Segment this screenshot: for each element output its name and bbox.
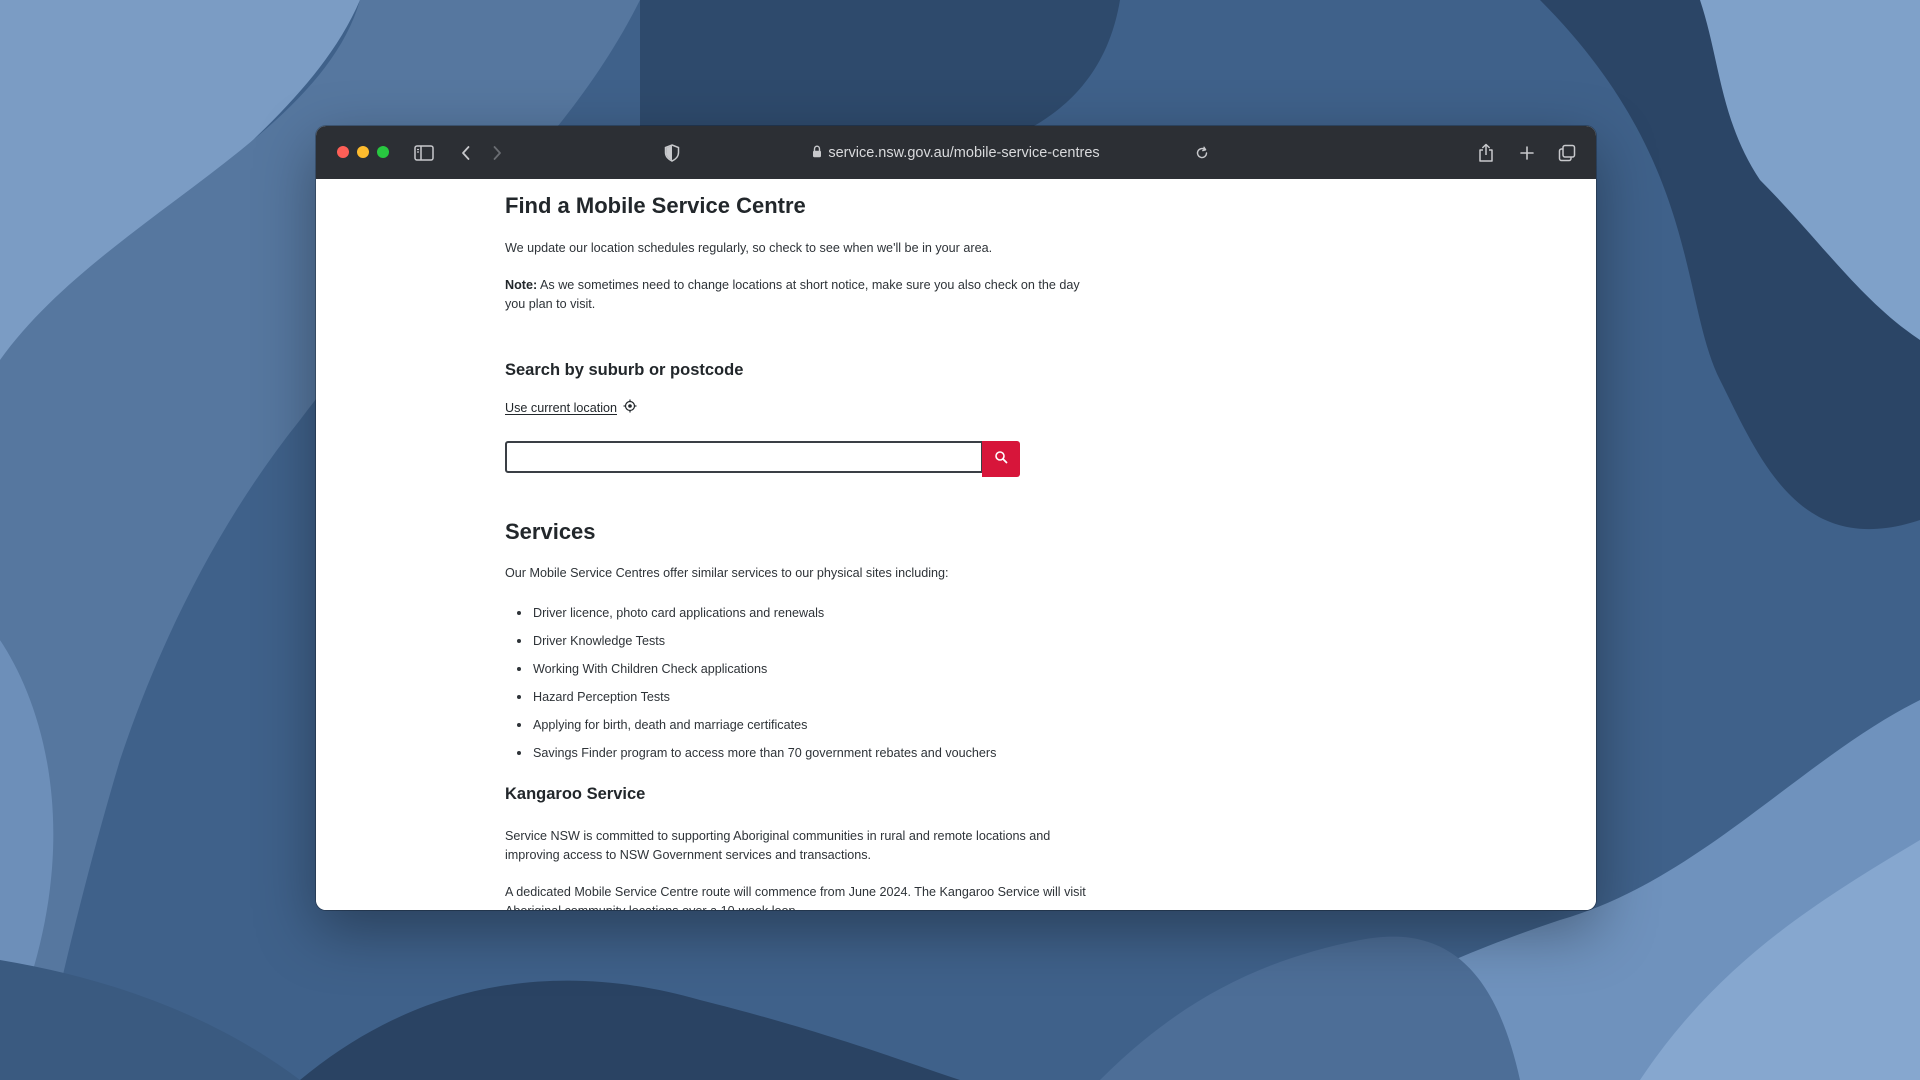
search-heading: Search by suburb or postcode (505, 361, 744, 379)
page-content: Find a Mobile Service Centre We update o… (316, 179, 1596, 910)
services-heading: Services (505, 519, 596, 544)
use-current-location-label: Use current location (505, 400, 617, 415)
services-intro: Our Mobile Service Centres offer similar… (505, 566, 949, 580)
kangaroo-paragraph-2: A dedicated Mobile Service Centre route … (505, 885, 1086, 910)
browser-window: service.nsw.gov.au/mobile-service-centre… (316, 126, 1596, 910)
maximize-window-button[interactable] (377, 146, 389, 158)
lock-icon (812, 144, 822, 162)
list-item: Hazard Perception Tests (505, 687, 996, 715)
kangaroo-paragraph-1: Service NSW is committed to supporting A… (505, 829, 1051, 862)
back-icon[interactable] (453, 140, 479, 166)
list-item: Working With Children Check applications (505, 659, 996, 687)
intro-text: We update our location schedules regular… (505, 241, 993, 255)
close-window-button[interactable] (337, 146, 349, 158)
list-item: Savings Finder program to access more th… (505, 743, 996, 771)
list-item: Driver Knowledge Tests (505, 631, 996, 659)
page-title: Find a Mobile Service Centre (505, 193, 806, 218)
forward-icon[interactable] (484, 140, 510, 166)
tabs-overview-icon[interactable] (1554, 140, 1580, 166)
share-icon[interactable] (1473, 140, 1499, 166)
note-paragraph: Note: As we sometimes need to change loc… (505, 276, 1095, 314)
crosshair-icon (623, 399, 637, 416)
shield-icon[interactable] (659, 140, 685, 166)
reload-icon[interactable] (1189, 140, 1215, 166)
suburb-postcode-search-input[interactable] (505, 441, 983, 473)
note-label: Note: (505, 278, 538, 292)
sidebar-icon[interactable] (411, 140, 437, 166)
minimize-window-button[interactable] (357, 146, 369, 158)
browser-toolbar: service.nsw.gov.au/mobile-service-centre… (316, 126, 1596, 180)
address-bar[interactable]: service.nsw.gov.au/mobile-service-centre… (796, 141, 1116, 165)
new-tab-icon[interactable] (1514, 140, 1540, 166)
services-list: Driver licence, photo card applications … (505, 603, 996, 771)
search-button[interactable] (982, 441, 1020, 477)
note-text: As we sometimes need to change locations… (505, 278, 1080, 311)
list-item: Applying for birth, death and marriage c… (505, 715, 996, 743)
search-icon (994, 450, 1008, 469)
kangaroo-heading: Kangaroo Service (505, 785, 646, 803)
list-item: Driver licence, photo card applications … (505, 603, 996, 631)
url-text: service.nsw.gov.au/mobile-service-centre… (828, 145, 1100, 161)
use-current-location-link[interactable]: Use current location (505, 399, 637, 416)
